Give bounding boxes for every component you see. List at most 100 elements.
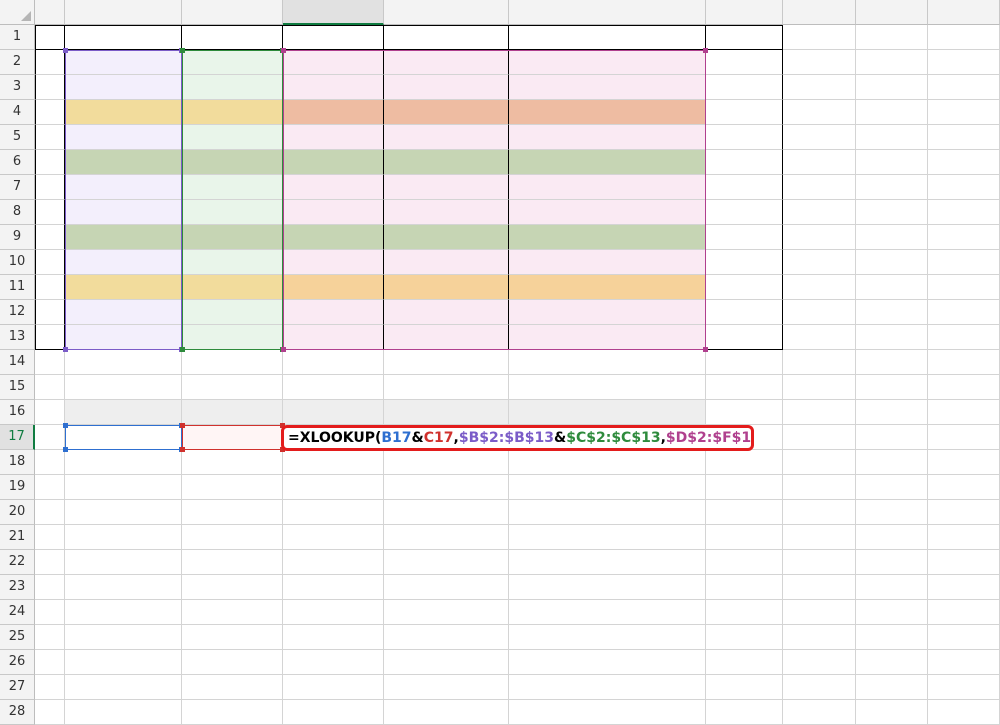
row-header-1[interactable]: 1: [0, 25, 35, 50]
cell-i18[interactable]: [856, 450, 928, 475]
table-row-3-email[interactable]: [509, 75, 706, 100]
cell-e18[interactable]: [384, 450, 509, 475]
table-row-4-tel[interactable]: [384, 100, 509, 125]
table-header-5[interactable]: [384, 25, 509, 50]
cell-a16[interactable]: [35, 400, 65, 425]
cell-h2[interactable]: [783, 50, 856, 75]
cell-h17[interactable]: [783, 425, 856, 450]
cell-i2[interactable]: [856, 50, 928, 75]
cell-h18[interactable]: [783, 450, 856, 475]
row-header-7[interactable]: 7: [0, 175, 35, 200]
lookup-name-26[interactable]: [182, 650, 283, 675]
cell-c28[interactable]: [182, 700, 283, 725]
cell-e23[interactable]: [384, 575, 509, 600]
table-row-8-no[interactable]: [35, 200, 65, 225]
lookup-company-19[interactable]: [65, 475, 182, 500]
row-header-18[interactable]: 18: [0, 450, 35, 475]
table-row-11-name[interactable]: [182, 275, 283, 300]
cell-e21[interactable]: [384, 525, 509, 550]
table-row-10-tel[interactable]: [384, 250, 509, 275]
table-row-6-no[interactable]: [35, 150, 65, 175]
row-header-2[interactable]: 2: [0, 50, 35, 75]
lookup-name-25[interactable]: [182, 625, 283, 650]
table-row-4-dept[interactable]: [283, 100, 384, 125]
table-row-7-name[interactable]: [182, 175, 283, 200]
table-row-4-email[interactable]: [509, 100, 706, 125]
cell-e26[interactable]: [384, 650, 509, 675]
table-row-10-company[interactable]: [65, 250, 182, 275]
row-header-14[interactable]: 14: [0, 350, 35, 375]
cell-j2[interactable]: [928, 50, 1000, 75]
cell-h14[interactable]: [783, 350, 856, 375]
cell-h1[interactable]: [783, 25, 856, 50]
cell-j7[interactable]: [928, 175, 1000, 200]
cell-f21[interactable]: [509, 525, 706, 550]
cell-d20[interactable]: [283, 500, 384, 525]
cell-a22[interactable]: [35, 550, 65, 575]
row-header-8[interactable]: 8: [0, 200, 35, 225]
cell-i26[interactable]: [856, 650, 928, 675]
cell-g25[interactable]: [706, 625, 783, 650]
cell-i16[interactable]: [856, 400, 928, 425]
cell-c15[interactable]: [182, 375, 283, 400]
cell-h5[interactable]: [783, 125, 856, 150]
cell-j11[interactable]: [928, 275, 1000, 300]
table-header-7[interactable]: [706, 25, 783, 50]
row-header-22[interactable]: 22: [0, 550, 35, 575]
lookup-company-18[interactable]: [65, 450, 182, 475]
row-header-19[interactable]: 19: [0, 475, 35, 500]
spreadsheet-grid[interactable]: 1 2 3 4 5 6 7 8 9 10 11 12 13 14 15 16 17 18 19 20 21 22 23 24 2…: [0, 0, 1000, 725]
cell-a25[interactable]: [35, 625, 65, 650]
cell-i3[interactable]: [856, 75, 928, 100]
cell-d15[interactable]: [283, 375, 384, 400]
table-row-3-company[interactable]: [65, 75, 182, 100]
cell-i28[interactable]: [856, 700, 928, 725]
cell-j23[interactable]: [928, 575, 1000, 600]
row-header-15[interactable]: 15: [0, 375, 35, 400]
cell-i7[interactable]: [856, 175, 928, 200]
cell-j1[interactable]: [928, 25, 1000, 50]
cell-j3[interactable]: [928, 75, 1000, 100]
table-row-12-email[interactable]: [509, 300, 706, 325]
cell-f20[interactable]: [509, 500, 706, 525]
cell-j13[interactable]: [928, 325, 1000, 350]
table-row-5-tel[interactable]: [384, 125, 509, 150]
table-row-2-dept[interactable]: [283, 50, 384, 75]
lookup-company-17[interactable]: [65, 425, 182, 450]
table-row-3-tel[interactable]: [384, 75, 509, 100]
cell-a20[interactable]: [35, 500, 65, 525]
row-header-9[interactable]: 9: [0, 225, 35, 250]
cell-a24[interactable]: [35, 600, 65, 625]
cell-f27[interactable]: [509, 675, 706, 700]
table-row-7-dept[interactable]: [283, 175, 384, 200]
table-row-6-date[interactable]: [706, 150, 783, 175]
table-row-12-tel[interactable]: [384, 300, 509, 325]
cell-i8[interactable]: [856, 200, 928, 225]
cell-f14[interactable]: [509, 350, 706, 375]
table-row-2-date[interactable]: [706, 50, 783, 75]
cell-j5[interactable]: [928, 125, 1000, 150]
cell-e14[interactable]: [384, 350, 509, 375]
column-header-b[interactable]: [65, 0, 182, 25]
table-row-8-tel[interactable]: [384, 200, 509, 225]
column-header-f[interactable]: [509, 0, 706, 25]
cell-h19[interactable]: [783, 475, 856, 500]
select-all-corner[interactable]: [0, 0, 35, 25]
cell-g18[interactable]: [706, 450, 783, 475]
cell-d14[interactable]: [283, 350, 384, 375]
table-row-13-company[interactable]: [65, 325, 182, 350]
cell-a28[interactable]: [35, 700, 65, 725]
table-row-12-name[interactable]: [182, 300, 283, 325]
cell-c14[interactable]: [182, 350, 283, 375]
table-row-11-date[interactable]: [706, 275, 783, 300]
table-row-11-company[interactable]: [65, 275, 182, 300]
cell-a18[interactable]: [35, 450, 65, 475]
table-row-11-no[interactable]: [35, 275, 65, 300]
cell-e20[interactable]: [384, 500, 509, 525]
table-row-4-date[interactable]: [706, 100, 783, 125]
cell-i4[interactable]: [856, 100, 928, 125]
row-header-12[interactable]: 12: [0, 300, 35, 325]
table-header-3[interactable]: [182, 25, 283, 50]
cell-i17[interactable]: [856, 425, 928, 450]
cell-h6[interactable]: [783, 150, 856, 175]
